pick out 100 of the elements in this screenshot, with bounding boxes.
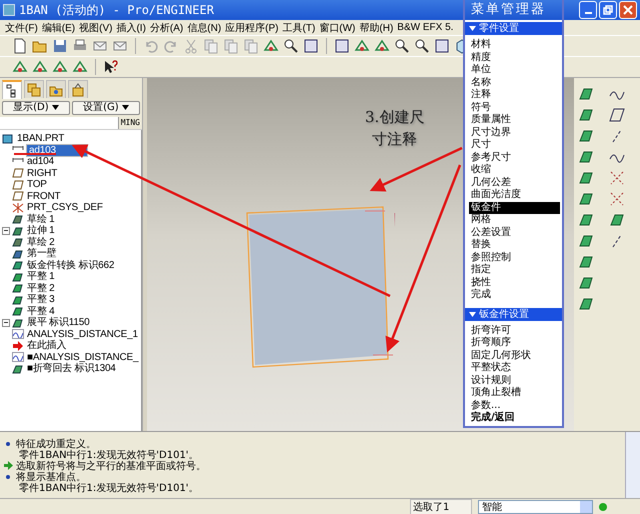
new-file-icon[interactable] <box>12 38 28 54</box>
menu-option[interactable]: 质量属性 <box>469 114 560 126</box>
tree-item[interactable]: 平整 3 <box>26 294 56 306</box>
menu-option[interactable]: 参考尺寸 <box>469 152 560 164</box>
tree-item[interactable]: 拉伸 1 <box>26 225 56 236</box>
zoom-out-icon[interactable] <box>414 38 430 54</box>
menu-option[interactable]: 顶角止裂槽 <box>469 387 560 400</box>
menu-option[interactable]: 曲面光洁度 <box>469 189 560 202</box>
tree-item[interactable]: RIGHT <box>26 168 58 179</box>
menu-section-header[interactable]: 零件设置 <box>465 22 562 35</box>
menu-option[interactable]: 精度 <box>469 52 560 64</box>
menu-item[interactable]: B&W EFX 5. <box>395 22 456 33</box>
scrollbar[interactable] <box>625 432 640 498</box>
caret-icon <box>469 26 476 31</box>
menu-item[interactable]: 帮助(H) <box>357 20 396 34</box>
menu-option[interactable]: 公差设置 <box>469 226 560 239</box>
feature-icon <box>12 329 24 340</box>
menu-option[interactable]: 参照控制 <box>469 252 560 264</box>
restore-button[interactable] <box>599 1 617 19</box>
window-title: 1BAN (活动的) - Pro/ENGINEER <box>19 2 214 18</box>
menu-option[interactable]: 材料 <box>469 39 560 52</box>
status-light-icon <box>599 502 607 510</box>
menu-option[interactable]: 完成/返回 <box>469 412 560 424</box>
menu-option[interactable]: 挠性 <box>469 276 560 289</box>
menu-item[interactable]: 应用程序(P) <box>223 20 280 34</box>
plane-icon[interactable] <box>609 107 625 123</box>
tree-item[interactable]: ad104 <box>26 156 55 168</box>
menu-item[interactable]: 分析(A) <box>148 20 186 34</box>
feature-icon <box>12 364 24 374</box>
menu-option[interactable]: 网格 <box>469 214 560 226</box>
menu-option[interactable]: 参数... <box>469 400 560 412</box>
menu-option[interactable]: 尺寸边界 <box>469 126 560 139</box>
tree-item[interactable]: ANALYSIS_DISTANCE_1 <box>26 328 139 340</box>
panel-tab[interactable] <box>68 80 88 98</box>
menu-option[interactable]: 完成 <box>469 289 560 302</box>
menu-option[interactable]: 符号 <box>469 102 560 114</box>
tree-item[interactable]: 在此插入 <box>26 340 68 352</box>
menu-manager-title: 菜单管理器 <box>465 0 562 20</box>
help-cursor-icon[interactable] <box>103 59 119 75</box>
feature-icon <box>12 260 24 270</box>
point-icon[interactable] <box>609 170 625 186</box>
tree-item[interactable]: 钣金件转换 标识662 <box>26 260 116 271</box>
tree-item[interactable]: 平整 1 <box>26 271 56 282</box>
menu-item[interactable]: 视图(V) <box>77 20 114 34</box>
zoom-in-icon[interactable] <box>394 38 410 54</box>
tree-item[interactable]: TOP <box>26 179 48 190</box>
minimize-icon <box>584 12 592 14</box>
menu-option[interactable]: 设计规则 <box>469 374 560 387</box>
menu-option[interactable]: 指定 <box>469 264 560 276</box>
menu-option[interactable]: 几何公差 <box>469 176 560 189</box>
panel-tab[interactable] <box>2 80 22 99</box>
menu-item[interactable]: 信息(N) <box>185 20 224 34</box>
menu-option[interactable]: 固定几何形状 <box>469 350 560 362</box>
menu-item[interactable]: 工具(T) <box>280 20 318 34</box>
dropdown-button[interactable]: 设置(G) <box>72 101 140 115</box>
expand-icon[interactable] <box>2 318 10 327</box>
tree-item[interactable]: ■折弯回去 标识1304 <box>26 363 117 374</box>
menu-option[interactable]: 平整状态 <box>469 362 560 374</box>
menu-item[interactable]: 编辑(E) <box>40 20 78 34</box>
tree-item[interactable]: 第一壁 <box>26 248 58 260</box>
menu-section-header[interactable]: 钣金件设置 <box>465 308 562 320</box>
feature-icon <box>12 248 24 259</box>
menu-option[interactable]: 替换 <box>469 239 560 252</box>
menu-option[interactable]: 折弯许可 <box>469 324 560 337</box>
caret-icon <box>52 105 59 110</box>
tree-item[interactable]: 平整 2 <box>26 282 56 294</box>
filter-dropdown[interactable]: 智能 <box>478 500 593 514</box>
menu-option[interactable]: 钣金件 <box>469 202 560 214</box>
tree-item[interactable]: ■ANALYSIS_DISTANCE_ <box>26 352 140 363</box>
tree-item[interactable]: FRONT <box>26 190 62 202</box>
save-icon[interactable] <box>52 38 68 54</box>
app-icon <box>3 4 15 16</box>
close-button[interactable] <box>619 1 637 19</box>
menu-item[interactable]: 插入(I) <box>114 20 148 34</box>
close-icon <box>623 5 633 15</box>
menu-option[interactable]: 折弯顺序 <box>469 337 560 350</box>
selection-count: 选取了1 <box>410 498 472 514</box>
menu-option[interactable]: 单位 <box>469 64 560 76</box>
tree-item[interactable]: 平整 4 <box>26 306 56 317</box>
menu-option[interactable]: 名称 <box>469 76 560 89</box>
menu-option[interactable]: 收缩 <box>469 164 560 176</box>
menu-option[interactable]: 尺寸 <box>469 139 560 152</box>
feature-icon <box>12 294 24 305</box>
dropdown-button[interactable]: 显示(D) <box>2 101 70 115</box>
menu-item[interactable]: 窗口(W) <box>317 20 358 34</box>
tree-item[interactable]: 1BAN.PRT <box>16 133 66 144</box>
tree-item[interactable]: 草绘 1 <box>26 214 56 225</box>
minimize-button[interactable] <box>579 1 597 19</box>
feature-icon <box>12 272 24 282</box>
menu-option[interactable]: 注释 <box>469 89 560 102</box>
tree-item[interactable]: PRT_CSYS_DEF <box>26 202 104 214</box>
annotation-note: 3.创建尺 寸注释 <box>365 107 424 150</box>
menu-item[interactable]: 文件(F) <box>3 20 40 34</box>
message-text: 特征成功重定义。 <box>16 438 96 450</box>
expand-icon[interactable] <box>2 226 10 235</box>
feature-icon <box>12 352 24 362</box>
tree-item[interactable]: 展平 标识1150 <box>26 317 90 328</box>
tree-item[interactable]: 草绘 2 <box>26 236 56 248</box>
message-text: 将显示基准点。 <box>16 470 86 482</box>
feature-icon <box>12 226 24 236</box>
